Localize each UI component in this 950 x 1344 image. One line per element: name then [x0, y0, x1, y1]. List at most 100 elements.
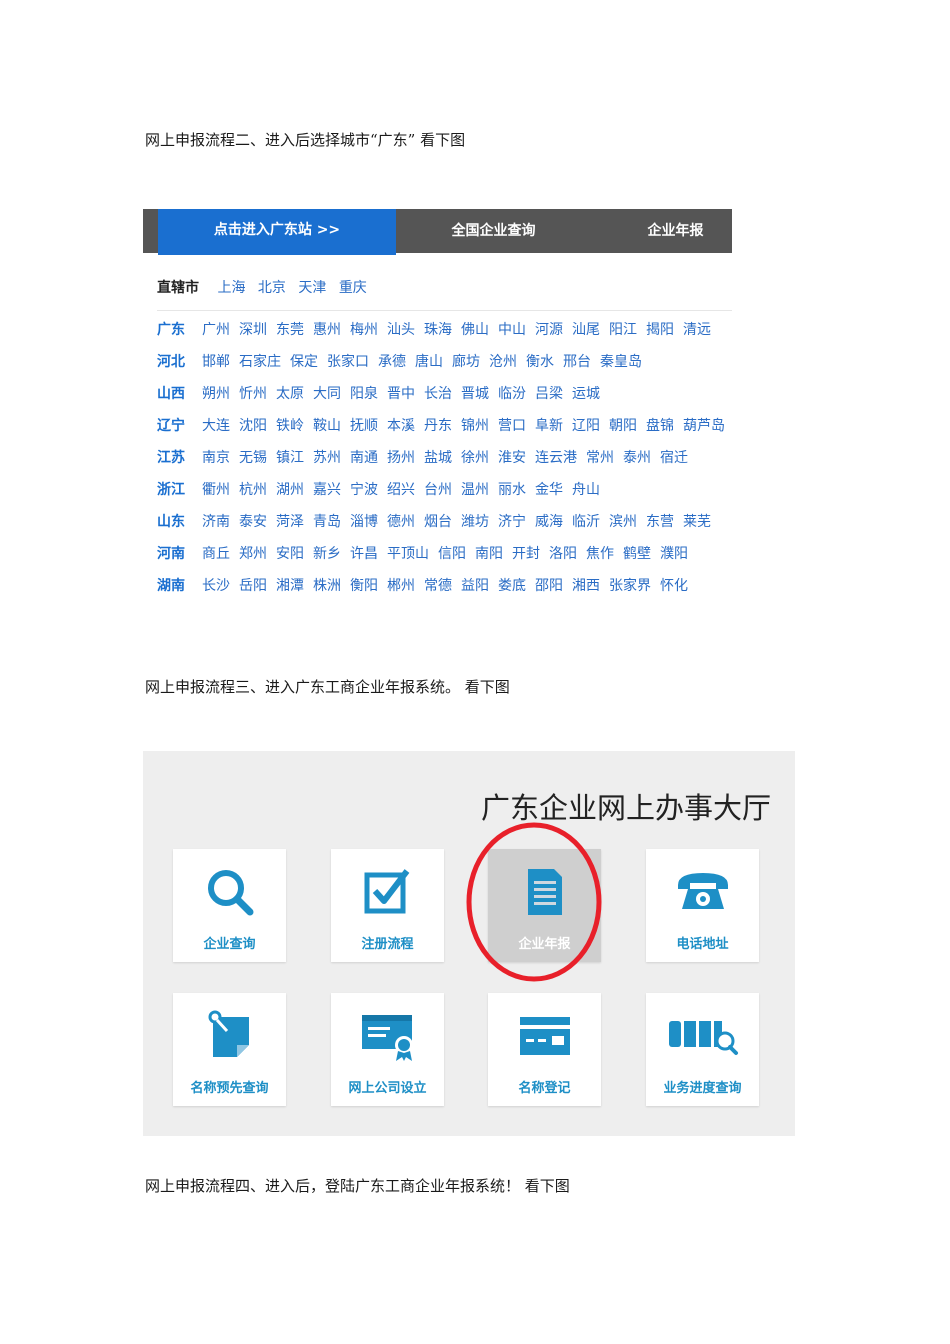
city-link[interactable]: 青岛: [313, 514, 341, 530]
city-link[interactable]: 烟台: [424, 514, 452, 530]
city-link[interactable]: 珠海: [424, 322, 452, 338]
tile-registration-process[interactable]: 注册流程: [331, 849, 444, 962]
city-link[interactable]: 连云港: [535, 450, 577, 466]
city-link[interactable]: 平顶山: [387, 546, 429, 562]
city-link[interactable]: 沈阳: [239, 418, 267, 434]
city-link[interactable]: 怀化: [660, 578, 688, 594]
city-link[interactable]: 晋城: [461, 386, 489, 402]
city-link[interactable]: 开封: [512, 546, 540, 562]
city-link[interactable]: 丹东: [424, 418, 452, 434]
province-name[interactable]: 辽宁: [157, 416, 202, 448]
city-link[interactable]: 金华: [535, 482, 563, 498]
city-link[interactable]: 威海: [535, 514, 563, 530]
city-link[interactable]: 张家口: [327, 354, 369, 370]
city-link[interactable]: 温州: [461, 482, 489, 498]
tab-guangdong-station[interactable]: 点击进入广东站 >>: [158, 209, 396, 255]
city-link[interactable]: 广州: [202, 322, 230, 338]
city-link[interactable]: 扬州: [387, 450, 415, 466]
city-link[interactable]: 济南: [202, 514, 230, 530]
city-link[interactable]: 淮安: [498, 450, 526, 466]
city-link[interactable]: 济宁: [498, 514, 526, 530]
city-link[interactable]: 常德: [424, 578, 452, 594]
city-link[interactable]: 重庆: [339, 280, 367, 296]
city-link[interactable]: 邢台: [563, 354, 591, 370]
province-name[interactable]: 河南: [157, 544, 202, 576]
city-link[interactable]: 吕梁: [535, 386, 563, 402]
tile-name-registration[interactable]: 名称登记: [488, 993, 601, 1106]
city-link[interactable]: 佛山: [461, 322, 489, 338]
city-link[interactable]: 朝阳: [609, 418, 637, 434]
tab-annual-report[interactable]: 企业年报: [613, 209, 732, 253]
province-name[interactable]: 山西: [157, 384, 202, 416]
city-link[interactable]: 宿迁: [660, 450, 688, 466]
city-link[interactable]: 辽阳: [572, 418, 600, 434]
city-link[interactable]: 承德: [378, 354, 406, 370]
city-link[interactable]: 株洲: [313, 578, 341, 594]
city-link[interactable]: 益阳: [461, 578, 489, 594]
city-link[interactable]: 河源: [535, 322, 563, 338]
province-name[interactable]: 湖南: [157, 576, 202, 601]
city-link[interactable]: 邯郸: [202, 354, 230, 370]
city-link[interactable]: 中山: [498, 322, 526, 338]
city-link[interactable]: 阳泉: [350, 386, 378, 402]
city-link[interactable]: 徐州: [461, 450, 489, 466]
city-link[interactable]: 嘉兴: [313, 482, 341, 498]
city-link[interactable]: 东莞: [276, 322, 304, 338]
city-link[interactable]: 常州: [586, 450, 614, 466]
city-link[interactable]: 泰州: [623, 450, 651, 466]
city-link[interactable]: 南通: [350, 450, 378, 466]
city-link[interactable]: 信阳: [438, 546, 466, 562]
city-link[interactable]: 鹤壁: [623, 546, 651, 562]
city-link[interactable]: 汕头: [387, 322, 415, 338]
province-name[interactable]: 山东: [157, 512, 202, 544]
city-link[interactable]: 梅州: [350, 322, 378, 338]
city-link[interactable]: 盘锦: [646, 418, 674, 434]
city-link[interactable]: 抚顺: [350, 418, 378, 434]
city-link[interactable]: 菏泽: [276, 514, 304, 530]
tile-phone-address[interactable]: 电话地址: [646, 849, 759, 962]
city-link[interactable]: 南阳: [475, 546, 503, 562]
city-link[interactable]: 许昌: [350, 546, 378, 562]
city-link[interactable]: 丽水: [498, 482, 526, 498]
city-link[interactable]: 南京: [202, 450, 230, 466]
city-link[interactable]: 大连: [202, 418, 230, 434]
city-link[interactable]: 绍兴: [387, 482, 415, 498]
city-link[interactable]: 宁波: [350, 482, 378, 498]
city-link[interactable]: 营口: [498, 418, 526, 434]
city-link[interactable]: 长治: [424, 386, 452, 402]
city-link[interactable]: 衢州: [202, 482, 230, 498]
province-name[interactable]: 广东: [157, 320, 202, 352]
city-link[interactable]: 杭州: [239, 482, 267, 498]
city-link[interactable]: 太原: [276, 386, 304, 402]
city-link[interactable]: 德州: [387, 514, 415, 530]
city-link[interactable]: 无锡: [239, 450, 267, 466]
city-link[interactable]: 镇江: [276, 450, 304, 466]
city-link[interactable]: 岳阳: [239, 578, 267, 594]
tile-name-pre-query[interactable]: 名称预先查询: [173, 993, 286, 1106]
city-link[interactable]: 郑州: [239, 546, 267, 562]
city-link[interactable]: 苏州: [313, 450, 341, 466]
city-link[interactable]: 朔州: [202, 386, 230, 402]
city-link[interactable]: 揭阳: [646, 322, 674, 338]
tile-business-progress-query[interactable]: 业务进度查询: [646, 993, 759, 1106]
city-link[interactable]: 锦州: [461, 418, 489, 434]
city-link[interactable]: 保定: [290, 354, 318, 370]
city-link[interactable]: 濮阳: [660, 546, 688, 562]
city-link[interactable]: 湘西: [572, 578, 600, 594]
city-link[interactable]: 葫芦岛: [683, 418, 725, 434]
city-link[interactable]: 鞍山: [313, 418, 341, 434]
city-link[interactable]: 唐山: [415, 354, 443, 370]
tile-enterprise-query[interactable]: 企业查询: [173, 849, 286, 962]
city-link[interactable]: 潍坊: [461, 514, 489, 530]
province-name[interactable]: 浙江: [157, 480, 202, 512]
city-link[interactable]: 衡阳: [350, 578, 378, 594]
city-link[interactable]: 阳江: [609, 322, 637, 338]
city-link[interactable]: 深圳: [239, 322, 267, 338]
city-link[interactable]: 临沂: [572, 514, 600, 530]
city-link[interactable]: 运城: [572, 386, 600, 402]
city-link[interactable]: 长沙: [202, 578, 230, 594]
city-link[interactable]: 清远: [683, 322, 711, 338]
city-link[interactable]: 临汾: [498, 386, 526, 402]
city-link[interactable]: 盐城: [424, 450, 452, 466]
city-link[interactable]: 娄底: [498, 578, 526, 594]
